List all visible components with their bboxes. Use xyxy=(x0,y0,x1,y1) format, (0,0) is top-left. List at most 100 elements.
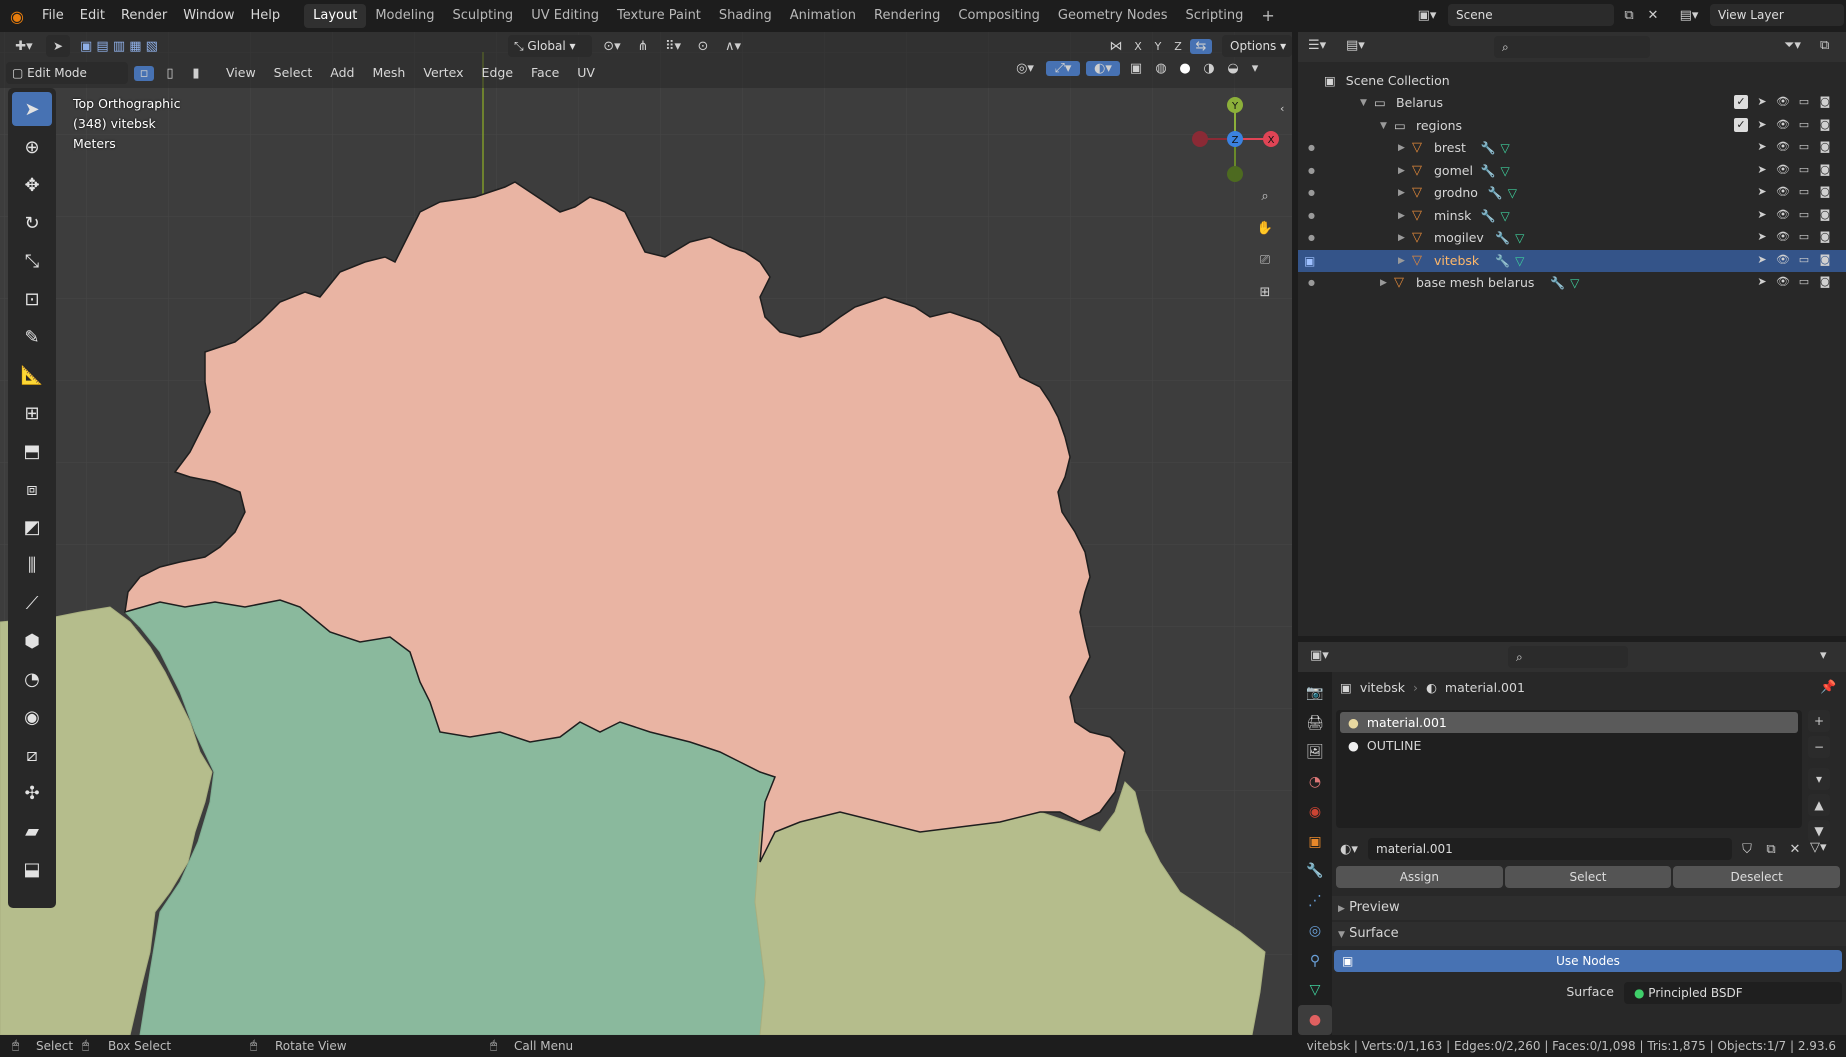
deselect-button[interactable]: Deselect xyxy=(1673,866,1841,888)
blender-logo-icon[interactable]: ◉ xyxy=(0,7,34,26)
material-shading-icon[interactable]: ◑ xyxy=(1200,61,1218,76)
mirror-x-toggle[interactable]: X xyxy=(1130,40,1146,53)
data-properties-icon[interactable]: ▽ xyxy=(1298,976,1332,1006)
exclude-checkbox-icon[interactable]: ✓ xyxy=(1734,95,1748,109)
camera-view-icon[interactable]: ⎚ xyxy=(1252,248,1278,274)
viewport-menu-add[interactable]: Add xyxy=(322,61,362,85)
cursor-tool[interactable]: ⊕ xyxy=(12,130,52,164)
outliner-editor-icon[interactable]: ☰▾ xyxy=(1308,38,1326,53)
filter-icon[interactable]: ⏷▾ xyxy=(1784,38,1801,53)
viewport-canvas[interactable] xyxy=(0,32,1292,1035)
workspace-tab-shading[interactable]: Shading xyxy=(710,4,781,28)
render-camera-icon[interactable]: ◙ xyxy=(1818,118,1832,132)
workspace-tab-uv-editing[interactable]: UV Editing xyxy=(522,4,608,28)
disclosure-triangle-icon[interactable]: ▶ xyxy=(1398,205,1405,227)
measure-tool[interactable]: 📐 xyxy=(12,358,52,392)
slot-specials-button[interactable]: ▾ xyxy=(1808,768,1830,790)
viewport-menu-select[interactable]: Select xyxy=(266,61,321,85)
delete-scene-icon[interactable]: ✕ xyxy=(1644,8,1662,23)
viewport-menu-uv[interactable]: UV xyxy=(569,61,603,85)
eye-icon[interactable]: 👁 xyxy=(1776,275,1790,289)
edit-mode-toggle-icon[interactable]: ▣ xyxy=(1304,250,1315,272)
eye-icon[interactable]: 👁 xyxy=(1776,163,1790,177)
editor-type-icon[interactable]: ✚▾ xyxy=(6,39,42,54)
properties-options-icon[interactable]: ▾ xyxy=(1820,648,1827,663)
disclosure-triangle-icon[interactable]: ▶ xyxy=(1398,250,1405,272)
use-nodes-button[interactable]: ▣ Use Nodes xyxy=(1334,950,1842,972)
view-layer-properties-icon[interactable]: 🖼 xyxy=(1298,738,1332,768)
workspace-tab-animation[interactable]: Animation xyxy=(781,4,865,28)
rip-region-tool[interactable]: ⬓ xyxy=(12,852,52,886)
outliner-row-minsk[interactable]: ● ▶ ▽ minsk 🔧 ▽ ➤ 👁 ▭ ◙ xyxy=(1298,205,1846,227)
mirror-y-toggle[interactable]: Y xyxy=(1150,40,1166,53)
new-scene-icon[interactable]: ⧉ xyxy=(1620,8,1638,23)
material-name-field[interactable]: material.001 xyxy=(1368,838,1732,860)
link-data-icon[interactable]: ▽▾ xyxy=(1810,840,1827,855)
edge-slide-tool[interactable]: ⧄ xyxy=(12,738,52,772)
annotate-tool[interactable]: ✎ xyxy=(12,320,52,354)
disclosure-triangle-icon[interactable]: ▶ xyxy=(1380,272,1387,294)
xray-icon[interactable]: ▣ xyxy=(1126,61,1146,76)
extrude-tool[interactable]: ⬒ xyxy=(12,434,52,468)
inset-tool[interactable]: ⧈ xyxy=(12,472,52,506)
rotate-tool[interactable]: ↻ xyxy=(12,206,52,240)
eye-icon[interactable]: 👁 xyxy=(1776,230,1790,244)
snap-increment-icon[interactable]: ⠿▾ xyxy=(658,39,688,54)
modifier-properties-icon[interactable]: 🔧 xyxy=(1298,857,1332,887)
outliner-row-base-mesh-belarus[interactable]: ● ▶ ▽ base mesh belarus 🔧 ▽ ➤ 👁 ▭ ◙ xyxy=(1298,272,1846,294)
shading-options-icon[interactable]: ▾ xyxy=(1248,61,1262,76)
add-workspace-button[interactable]: + xyxy=(1252,4,1283,28)
preview-panel-header[interactable]: ▶ Preview xyxy=(1332,896,1846,920)
menu-render[interactable]: Render xyxy=(113,4,175,28)
mode-dot-icon[interactable]: ● xyxy=(1308,205,1315,227)
rendered-shading-icon[interactable]: ◒ xyxy=(1224,61,1242,76)
mode-dropdown[interactable]: ▢ Edit Mode xyxy=(6,62,128,84)
outliner-row-Belarus[interactable]: ▼ ▭ Belarus ✓ ➤ 👁 ▭ ◙ xyxy=(1298,92,1846,114)
duplicate-material-icon[interactable]: ⧉ xyxy=(1762,842,1780,857)
pivot-point-icon[interactable]: ⊙▾ xyxy=(596,39,628,54)
particle-properties-icon[interactable]: ⋰ xyxy=(1298,886,1332,916)
outliner-row-gomel[interactable]: ● ▶ ▽ gomel 🔧 ▽ ➤ 👁 ▭ ◙ xyxy=(1298,160,1846,182)
outliner-row-grodno[interactable]: ● ▶ ▽ grodno 🔧 ▽ ➤ 👁 ▭ ◙ xyxy=(1298,182,1846,204)
disclosure-triangle-icon[interactable]: ▶ xyxy=(1398,137,1405,159)
mode-dot-icon[interactable]: ● xyxy=(1308,227,1315,249)
menu-file[interactable]: File xyxy=(34,4,72,28)
move-slot-up-button[interactable]: ▲ xyxy=(1808,794,1830,816)
material-slot-material.001[interactable]: ● material.001 xyxy=(1340,712,1798,733)
transform-orientation-dropdown[interactable]: ⤡ Global ▾ xyxy=(508,35,592,57)
workspace-tab-modeling[interactable]: Modeling xyxy=(366,4,443,28)
box-select-mode-icon[interactable]: ▣ ▤ ▥ ▦ ▧ xyxy=(74,39,164,54)
render-camera-icon[interactable]: ◙ xyxy=(1818,208,1832,222)
material-slot-outline[interactable]: ● OUTLINE xyxy=(1340,735,1798,756)
transform-tool[interactable]: ⊡ xyxy=(12,282,52,316)
viewport-disable-icon[interactable]: ▭ xyxy=(1797,253,1811,267)
workspace-tab-texture-paint[interactable]: Texture Paint xyxy=(608,4,710,28)
solid-shading-icon[interactable]: ● xyxy=(1176,61,1194,76)
view-layer-selector[interactable]: View Layer xyxy=(1710,4,1844,26)
move-slot-down-button[interactable]: ▼ xyxy=(1808,820,1830,842)
viewport-disable-icon[interactable]: ▭ xyxy=(1797,185,1811,199)
scene-properties-icon[interactable]: ◔ xyxy=(1298,767,1332,797)
mode-dot-icon[interactable]: ● xyxy=(1308,160,1315,182)
viewport-disable-icon[interactable]: ▭ xyxy=(1797,230,1811,244)
render-camera-icon[interactable]: ◙ xyxy=(1818,163,1832,177)
mode-dot-icon[interactable]: ● xyxy=(1308,182,1315,204)
eye-icon[interactable]: 👁 xyxy=(1776,185,1790,199)
shear-tool[interactable]: ▰ xyxy=(12,814,52,848)
mode-dot-icon[interactable]: ● xyxy=(1308,272,1315,294)
selectable-icon[interactable]: ➤ xyxy=(1755,95,1769,109)
scene-selector[interactable]: Scene xyxy=(1448,4,1614,26)
outliner-row-mogilev[interactable]: ● ▶ ▽ mogilev 🔧 ▽ ➤ 👁 ▭ ◙ xyxy=(1298,227,1846,249)
viewport-menu-edge[interactable]: Edge xyxy=(474,61,521,85)
selectable-icon[interactable]: ➤ xyxy=(1755,140,1769,154)
workspace-tab-sculpting[interactable]: Sculpting xyxy=(443,4,522,28)
viewport-disable-icon[interactable]: ▭ xyxy=(1797,118,1811,132)
select-box-tool[interactable]: ➤ xyxy=(12,92,52,126)
menu-help[interactable]: Help xyxy=(243,4,289,28)
select-button[interactable]: Select xyxy=(1504,866,1672,888)
physics-properties-icon[interactable]: ◎ xyxy=(1298,916,1332,946)
select-tool-icon[interactable]: ➤ xyxy=(46,35,70,57)
eye-icon[interactable]: 👁 xyxy=(1776,253,1790,267)
outliner-search-input[interactable]: ⌕ xyxy=(1494,36,1650,58)
mirror-z-toggle[interactable]: Z xyxy=(1170,40,1186,53)
